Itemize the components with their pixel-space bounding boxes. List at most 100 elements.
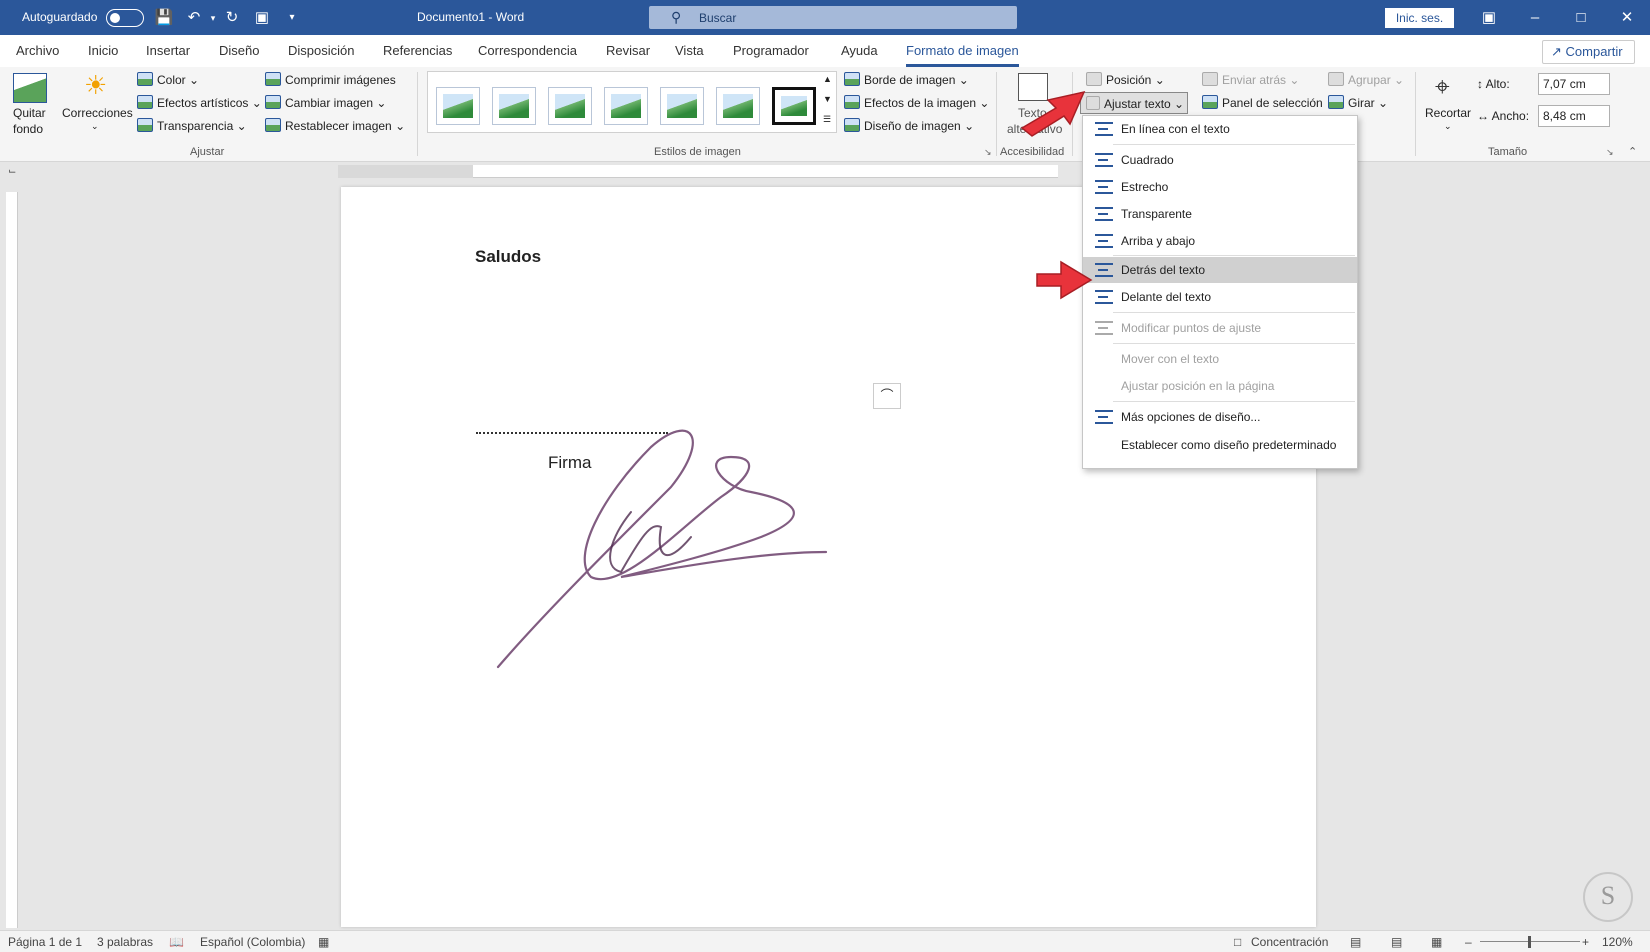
vertical-ruler[interactable]	[6, 192, 18, 928]
tab-disposicion[interactable]: Disposición	[288, 43, 354, 58]
picture-border-button[interactable]: Borde de imagen ⌄	[844, 72, 969, 87]
remove-background-icon[interactable]	[13, 73, 47, 103]
tab-programador[interactable]: Programador	[733, 43, 809, 58]
menu-item-through[interactable]: Transparente	[1083, 201, 1357, 227]
zoom-slider-thumb[interactable]	[1528, 936, 1531, 948]
word-count[interactable]: 3 palabras	[97, 935, 153, 949]
tab-ayuda[interactable]: Ayuda	[841, 43, 878, 58]
greeting-text[interactable]: Saludos	[475, 247, 541, 267]
autosave-toggle[interactable]	[106, 9, 144, 27]
tab-diseno[interactable]: Diseño	[219, 43, 259, 58]
share-button[interactable]: ↗ Compartir	[1542, 40, 1635, 64]
close-icon[interactable]: ✕	[1604, 0, 1650, 35]
menu-item-edit-wrap-points[interactable]: Modificar puntos de ajuste	[1083, 315, 1357, 341]
horizontal-ruler[interactable]	[338, 165, 1058, 178]
zoom-in-icon[interactable]: +	[1582, 935, 1589, 949]
present-icon[interactable]: ▣	[252, 8, 272, 28]
menu-item-square[interactable]: Cuadrado	[1083, 147, 1357, 173]
undo-dropdown-icon[interactable]: ▾	[203, 8, 223, 28]
proofing-icon[interactable]: 📖	[169, 935, 184, 949]
compress-images-button[interactable]: Comprimir imágenes	[265, 72, 396, 87]
read-mode-icon[interactable]: ▤	[1350, 935, 1361, 949]
menu-item-behind-text[interactable]: Detrás del texto	[1083, 257, 1357, 283]
tab-inicio[interactable]: Inicio	[88, 43, 118, 58]
menu-item-move-with-text[interactable]: Mover con el texto	[1083, 346, 1357, 372]
save-icon[interactable]: 💾	[154, 8, 174, 28]
page-count[interactable]: Página 1 de 1	[8, 935, 82, 949]
height-icon: ↕	[1477, 77, 1486, 91]
picture-style-6[interactable]	[716, 87, 760, 125]
menu-item-inline[interactable]: En línea con el texto	[1083, 116, 1357, 142]
menu-item-fix-position[interactable]: Ajustar posición en la página	[1083, 373, 1357, 399]
send-backward-button[interactable]: Enviar atrás ⌄	[1202, 72, 1299, 87]
gallery-scroll-up-icon[interactable]: ▲	[823, 74, 832, 84]
ribbon-display-icon[interactable]: ▣	[1466, 0, 1512, 35]
customize-qat-icon[interactable]: ▾	[282, 8, 302, 28]
collapse-ribbon-icon[interactable]: ⌃	[1628, 145, 1637, 158]
wrap-text-button[interactable]: Ajustar texto ⌄	[1080, 92, 1188, 114]
menu-item-top-bottom[interactable]: Arriba y abajo	[1083, 228, 1357, 254]
tab-insertar[interactable]: Insertar	[146, 43, 190, 58]
remove-background-label-1[interactable]: Quitar	[13, 106, 46, 120]
reset-image-button[interactable]: Restablecer imagen ⌄	[265, 118, 405, 133]
language-indicator[interactable]: Español (Colombia)	[200, 935, 305, 949]
picture-style-1[interactable]	[436, 87, 480, 125]
gallery-scroll-down-icon[interactable]: ▼	[823, 94, 832, 104]
corrections-chevron-icon[interactable]: ⌄	[91, 121, 99, 132]
menu-item-more-layout-options[interactable]: Más opciones de diseño...	[1083, 404, 1357, 430]
corrections-icon[interactable]: ☀	[84, 70, 107, 101]
group-objects-button[interactable]: Agrupar ⌄	[1328, 72, 1404, 87]
signin-button[interactable]: Inic. ses.	[1385, 8, 1454, 28]
layout-options-icon[interactable]: ⌒	[873, 383, 901, 409]
width-input[interactable]: 8,48 cm	[1538, 105, 1610, 127]
picture-effects-label: Efectos de la imagen	[864, 96, 977, 110]
picture-style-3[interactable]	[548, 87, 592, 125]
signature-image[interactable]	[481, 417, 841, 677]
print-layout-icon[interactable]: ▤	[1391, 935, 1402, 949]
search-box[interactable]: ⚲ Buscar	[649, 6, 1017, 29]
zoom-level[interactable]: 120%	[1602, 935, 1633, 949]
height-input[interactable]: 7,07 cm	[1538, 73, 1610, 95]
crop-icon[interactable]: ⌖	[1435, 71, 1450, 103]
menu-item-in-front-of-text[interactable]: Delante del texto	[1083, 284, 1357, 310]
picture-style-7[interactable]	[772, 87, 816, 125]
web-layout-icon[interactable]: ▦	[1431, 935, 1442, 949]
focus-mode-button[interactable]: Concentración	[1251, 935, 1328, 949]
tab-archivo[interactable]: Archivo	[16, 43, 59, 58]
tab-revisar[interactable]: Revisar	[606, 43, 650, 58]
rotate-button[interactable]: Girar ⌄	[1328, 95, 1388, 110]
picture-layout-button[interactable]: Diseño de imagen ⌄	[844, 118, 974, 133]
crop-chevron-icon[interactable]: ⌄	[1444, 121, 1452, 132]
styles-launcher-icon[interactable]: ↘	[984, 147, 992, 158]
tab-correspondencia[interactable]: Correspondencia	[478, 43, 577, 58]
zoom-out-icon[interactable]: –	[1465, 935, 1472, 949]
remove-background-label-2[interactable]: fondo	[13, 122, 43, 136]
accessibility-icon[interactable]: ▦	[318, 935, 329, 949]
corrections-label[interactable]: Correcciones	[62, 106, 133, 120]
redo-icon[interactable]: ↻	[222, 8, 242, 28]
tab-selector-icon[interactable]: ⌙	[8, 166, 16, 177]
maximize-icon[interactable]: □	[1558, 0, 1604, 35]
change-image-button[interactable]: Cambiar imagen ⌄	[265, 95, 386, 110]
artistic-effects-button[interactable]: Efectos artísticos ⌄	[137, 95, 262, 110]
position-button[interactable]: Posición ⌄	[1086, 72, 1165, 87]
gallery-more-icon[interactable]: ☰	[823, 114, 831, 125]
transparency-button[interactable]: Transparencia ⌄	[137, 118, 247, 133]
picture-effects-button[interactable]: Efectos de la imagen ⌄	[844, 95, 989, 110]
tab-referencias[interactable]: Referencias	[383, 43, 452, 58]
picture-style-5[interactable]	[660, 87, 704, 125]
picture-styles-gallery[interactable]: ▲ ▼ ☰	[427, 71, 837, 133]
undo-icon[interactable]: ↶	[184, 8, 204, 28]
minimize-icon[interactable]: –	[1512, 0, 1558, 35]
picture-style-2[interactable]	[492, 87, 536, 125]
size-launcher-icon[interactable]: ↘	[1606, 147, 1614, 158]
menu-item-tight[interactable]: Estrecho	[1083, 174, 1357, 200]
focus-icon[interactable]: □	[1234, 935, 1241, 949]
menu-item-set-as-default[interactable]: Establecer como diseño predeterminado	[1083, 432, 1357, 458]
tab-vista[interactable]: Vista	[675, 43, 704, 58]
color-button[interactable]: Color ⌄	[137, 72, 199, 87]
picture-style-4[interactable]	[604, 87, 648, 125]
selection-pane-button[interactable]: Panel de selección	[1202, 95, 1323, 110]
crop-label[interactable]: Recortar	[1425, 106, 1471, 120]
tab-formato-de-imagen[interactable]: Formato de imagen	[906, 43, 1019, 67]
